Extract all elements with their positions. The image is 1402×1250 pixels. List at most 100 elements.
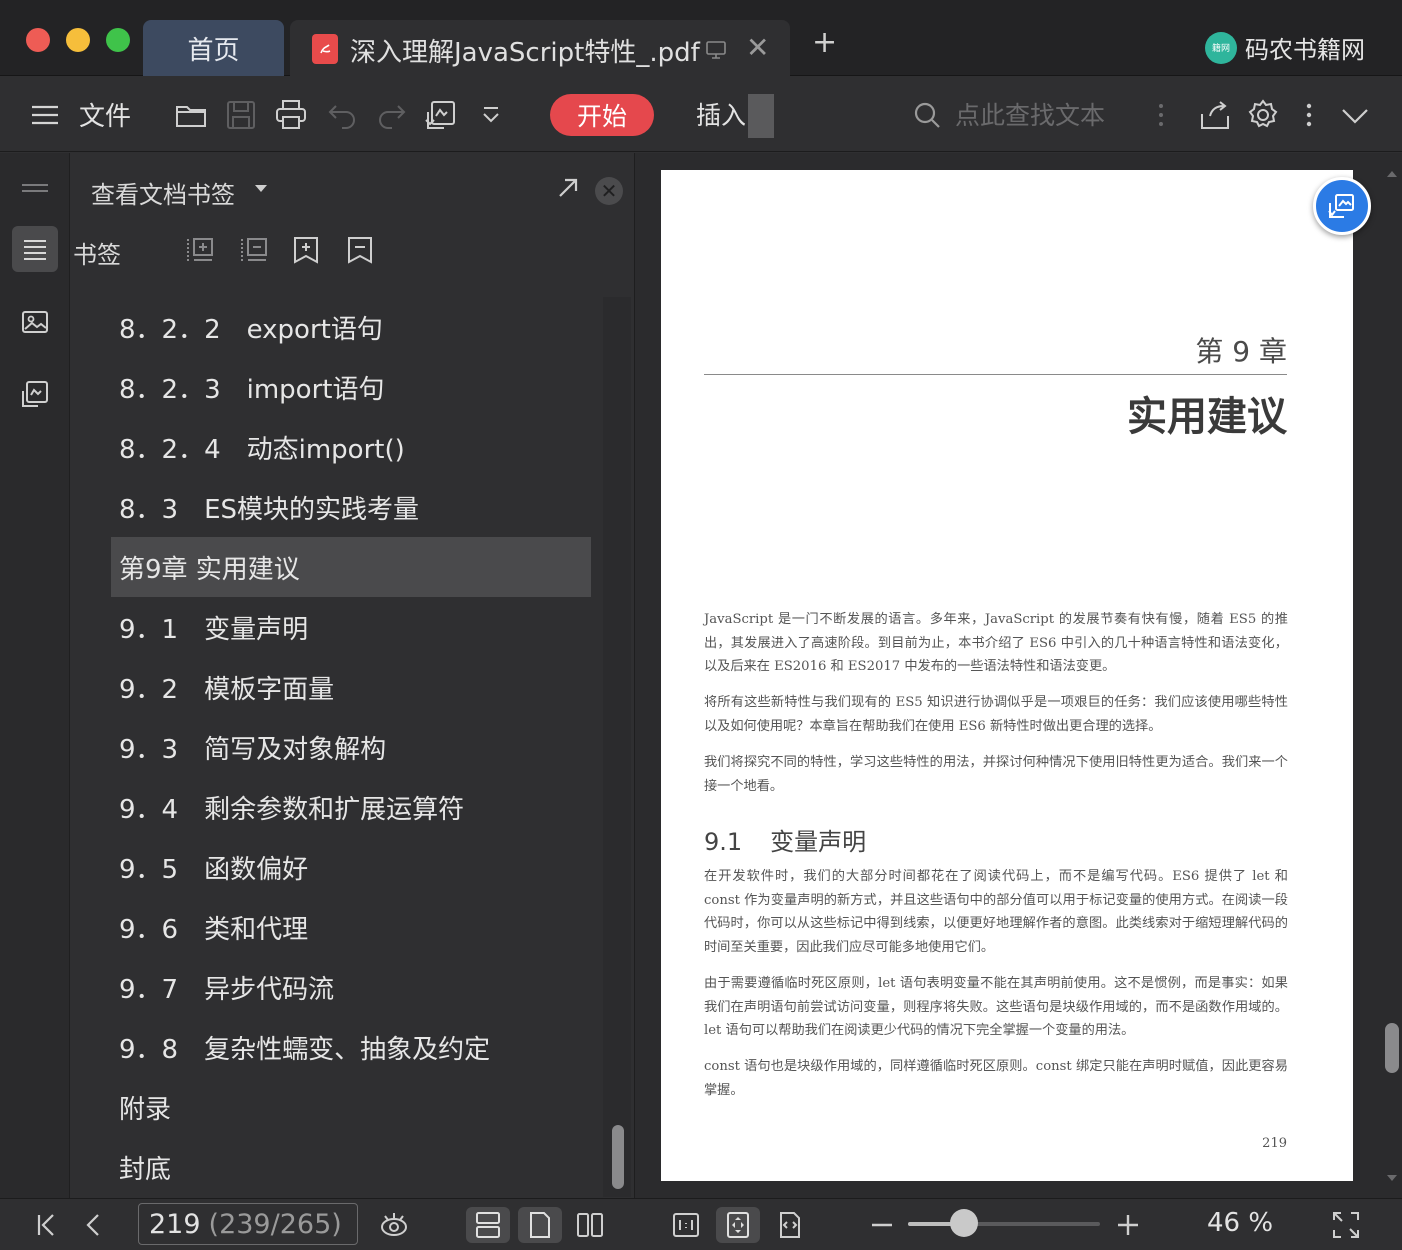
tab-document-label: 深入理解JavaScript特性_.pdf <box>350 38 700 68</box>
hamburger-menu-icon[interactable] <box>28 98 62 132</box>
print-icon[interactable] <box>274 98 308 132</box>
vertical-dots-divider-icon <box>1144 98 1178 132</box>
bookmark-item[interactable]: 8．2．4 动态import() <box>111 417 591 477</box>
insert-tab-button[interactable]: 插入 <box>696 96 746 132</box>
new-tab-button[interactable]: + <box>812 28 837 58</box>
bookmark-item[interactable]: 9．6 类和代理 <box>111 897 591 957</box>
bookmark-item[interactable]: 9．7 异步代码流 <box>111 957 591 1017</box>
bookmark-item[interactable]: 第9章 实用建议 <box>111 537 591 597</box>
eye-reading-mode-icon[interactable] <box>376 1207 412 1243</box>
fit-width-icon[interactable] <box>772 1207 808 1243</box>
chapter-title: 实用建议 <box>1127 394 1287 440</box>
panel-title[interactable]: 查看文档书签 <box>91 175 235 210</box>
settings-gear-icon[interactable] <box>1246 98 1280 132</box>
start-tab-button[interactable]: 开始 <box>550 94 654 136</box>
pdf-file-icon <box>312 34 338 64</box>
maximize-window-button[interactable] <box>106 28 130 52</box>
search-input[interactable]: 点此查找文本 <box>955 96 1105 132</box>
pop-out-arrow-icon[interactable] <box>555 175 581 201</box>
more-dropdown-icon[interactable] <box>474 98 508 132</box>
tab-close-icon[interactable]: ✕ <box>746 34 769 62</box>
bookmark-item[interactable]: 9．5 函数偏好 <box>111 837 591 897</box>
bookmark-item[interactable]: 9．1 变量声明 <box>111 597 591 657</box>
collapse-ribbon-chevron-icon[interactable] <box>1338 98 1372 132</box>
add-bookmark-icon[interactable] <box>291 235 321 265</box>
undo-icon[interactable] <box>326 98 360 132</box>
intro-paragraph: 将所有这些新特性与我们现有的 ES5 知识进行协调似乎是一项艰巨的任务：我们应该… <box>704 695 1288 734</box>
scroll-up-arrow-icon <box>1387 171 1397 177</box>
chapter-rule <box>704 374 1287 375</box>
page-total: (239/265) <box>208 1208 342 1240</box>
panel-scrollbar[interactable] <box>603 297 631 1197</box>
rail-collapse-handle[interactable] <box>12 165 58 211</box>
section-paragraph: const 语句也是块级作用域的，同样遵循临时死区原则。const 绑定只能在声… <box>704 1059 1288 1098</box>
convert-image-icon <box>1328 194 1354 218</box>
chapter-number: 第 9 章 <box>1195 335 1287 368</box>
zoom-in-icon[interactable] <box>1110 1207 1146 1243</box>
single-page-icon[interactable] <box>518 1207 562 1243</box>
two-page-icon[interactable] <box>572 1207 608 1243</box>
continuous-scroll-icon[interactable] <box>466 1207 510 1243</box>
export-sign-icon[interactable] <box>424 98 458 132</box>
search-icon[interactable] <box>910 98 944 132</box>
bookmark-item[interactable]: 附录 <box>111 1077 591 1137</box>
first-page-icon[interactable] <box>28 1207 64 1243</box>
bookmark-item[interactable]: 8．2．3 import语句 <box>111 357 591 417</box>
intro-paragraph: JavaScript 是一门不断发展的语言。多年来，JavaScript 的发展… <box>704 612 1288 675</box>
fit-page-icon[interactable] <box>716 1207 760 1243</box>
bookmark-item[interactable]: 8．3 ES模块的实践考量 <box>111 477 591 537</box>
panel-close-icon[interactable]: ✕ <box>595 177 623 205</box>
collapse-all-icon[interactable] <box>239 235 269 265</box>
annotations-sign-icon[interactable] <box>12 371 58 417</box>
share-icon[interactable] <box>1198 98 1232 132</box>
brand-name: 码农书籍网 <box>1245 36 1365 64</box>
ribbon-scroll-right[interactable] <box>748 94 774 138</box>
section-heading: 9.1 变量声明 <box>704 822 866 857</box>
close-window-button[interactable] <box>26 28 50 52</box>
bookmark-item[interactable]: 8．2．2 export语句 <box>111 297 591 357</box>
fullscreen-icon[interactable] <box>1328 1207 1364 1243</box>
section-paragraph: 由于需要遵循临时死区原则，let 语句表明变量不能在其声明前使用。这不是惯例，而… <box>704 976 1288 1039</box>
bookmark-item[interactable]: 封底 <box>111 1137 591 1197</box>
zoom-out-icon[interactable] <box>864 1207 900 1243</box>
bookmark-item[interactable]: 9．4 剩余参数和扩展运算符 <box>111 777 591 837</box>
bookmarks-list-icon[interactable] <box>12 226 58 272</box>
thumbnails-image-icon[interactable] <box>12 299 58 345</box>
file-menu[interactable]: 文件 <box>79 96 131 133</box>
bookmark-item[interactable]: 9．2 模板字面量 <box>111 657 591 717</box>
delete-bookmark-icon[interactable] <box>345 235 375 265</box>
tab-document[interactable]: 深入理解JavaScript特性_.pdf ✕ <box>290 20 790 76</box>
more-options-icon[interactable] <box>1292 98 1326 132</box>
side-rail <box>0 153 70 1198</box>
save-icon[interactable] <box>224 98 258 132</box>
zoom-slider-knob[interactable] <box>949 1209 978 1237</box>
brand-link[interactable]: 籍网 码农书籍网 <box>1205 30 1365 65</box>
current-page: 219 <box>149 1208 201 1240</box>
panel-scroll-thumb[interactable] <box>612 1125 624 1189</box>
tab-home[interactable]: 首页 <box>143 20 284 76</box>
previous-page-icon[interactable] <box>76 1207 112 1243</box>
bookmark-item[interactable]: 9．8 复杂性蠕变、抽象及约定 <box>111 1017 591 1077</box>
page-number-field[interactable]: 219 (239/265) <box>138 1203 358 1245</box>
section-paragraph: 在开发软件时，我们的大部分时间都花在了阅读代码上，而不是编写代码。ES6 提供了… <box>704 869 1288 956</box>
expand-all-icon[interactable] <box>185 235 215 265</box>
open-folder-icon[interactable] <box>174 98 208 132</box>
zoom-slider[interactable] <box>908 1222 1100 1226</box>
document-scrollbar[interactable] <box>1381 153 1402 1198</box>
redo-icon[interactable] <box>374 98 408 132</box>
bookmark-panel: 查看文档书签 ✕ 书签 8．2．2 export语句 8．2．3 import语句… <box>71 153 633 1198</box>
monitor-icon[interactable] <box>704 38 728 62</box>
app-window: 首页 深入理解JavaScript特性_.pdf ✕ + 籍网 码农书籍网 文件 <box>0 0 1402 1250</box>
bookmark-list: 8．2．2 export语句 8．2．3 import语句 8．2．4 动态impo… <box>111 297 591 1197</box>
zoom-level[interactable]: 46 % <box>1207 1208 1273 1238</box>
scroll-down-arrow-icon <box>1387 1175 1397 1181</box>
document-viewer[interactable]: 第 9 章 实用建议 JavaScript 是一门不断发展的语言。多年来，Jav… <box>634 153 1402 1198</box>
page-number: 219 <box>1262 1136 1287 1151</box>
panel-title-caret-icon[interactable] <box>255 185 267 192</box>
document-scroll-thumb[interactable] <box>1385 1023 1399 1073</box>
tab-home-label: 首页 <box>187 35 240 66</box>
minimize-window-button[interactable] <box>66 28 90 52</box>
actual-size-icon[interactable] <box>668 1207 704 1243</box>
bookmark-item[interactable]: 9．3 简写及对象解构 <box>111 717 591 777</box>
convert-floating-button[interactable] <box>1313 177 1371 235</box>
